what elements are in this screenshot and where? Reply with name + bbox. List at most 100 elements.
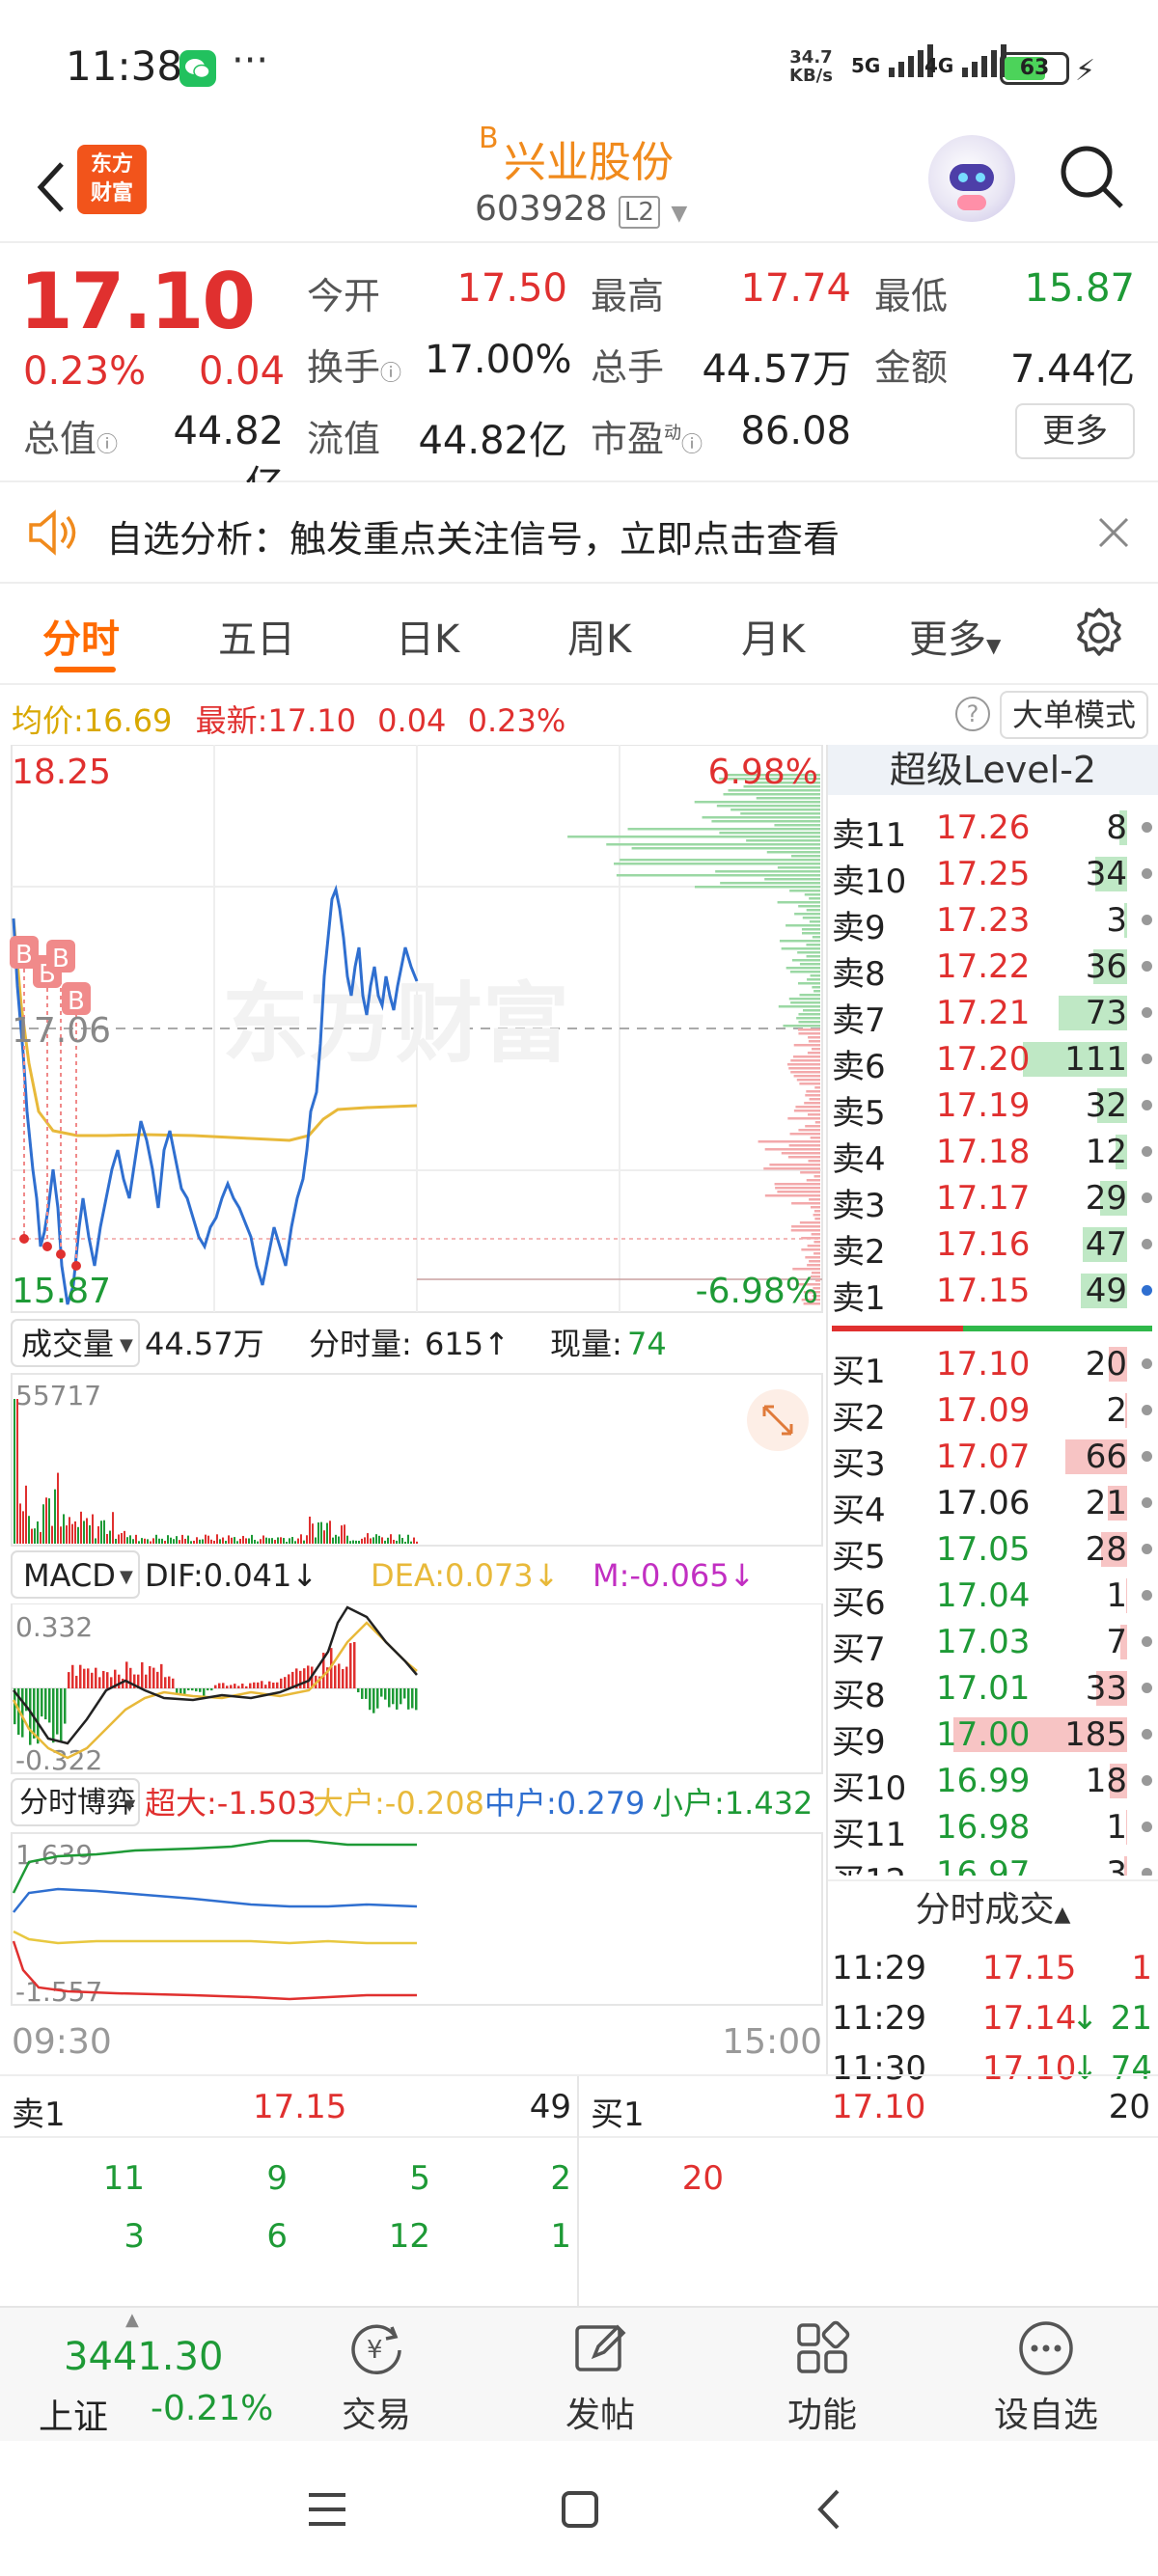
macd-bar [396,1688,399,1710]
nav-post[interactable]: 发帖 [504,2317,697,2437]
bid-volume: 1 [1106,1576,1127,1615]
macd-and-flow-charts[interactable]: 0.332 -0.322 分时博弈 ▼ 超大:-1.503 大户:-0.208 … [0,1603,826,2105]
volume-bar [95,1538,96,1544]
bid-row[interactable]: 买5 17.05 28 [830,1526,1158,1576]
volume-bar [315,1537,317,1544]
ask-row[interactable]: 卖8 17.22 36 [830,944,1158,994]
buy-queue-cell: 20 [681,2159,724,2198]
macd-bar [48,1688,51,1723]
help-icon[interactable]: ? [955,697,990,731]
macd-bar [160,1663,163,1688]
bid-row[interactable]: 买12 16.97 3 [830,1850,1158,1876]
more-button[interactable]: 更多 [1015,403,1135,459]
index-change[interactable]: -0.21% [151,2389,273,2428]
volume-bar [16,1399,18,1544]
volume-bar [294,1541,296,1544]
tab-weekly-k[interactable]: 周K [567,608,631,664]
bid-row[interactable]: 买10 16.99 18 [830,1758,1158,1808]
search-icon[interactable] [1054,139,1131,216]
ask-volume: 111 [1064,1040,1127,1079]
buy-markers[interactable]: B B B B [10,936,91,1271]
bid-volume: 1 [1106,1808,1127,1847]
ask-row[interactable]: 卖2 17.16 47 [830,1221,1158,1272]
volume-bar [399,1534,400,1544]
tab-more[interactable]: 更多▼ [909,608,1001,664]
depth-bar [787,1156,820,1159]
ask-row[interactable]: 卖1 17.15 49 [830,1268,1158,1318]
nav-trade[interactable]: ¥ 交易 [280,2317,473,2437]
nav-functions[interactable]: 功能 [726,2317,919,2437]
tab-intraday[interactable]: 分时 [42,608,120,664]
macd-bar [41,1688,43,1717]
tab-monthly-k[interactable]: 月K [741,608,805,664]
big-order-mode-button[interactable]: 大单模式 [1000,691,1148,739]
ask-row[interactable]: 卖10 17.25 34 [830,851,1158,901]
y-mid-label: 17.06 [12,1011,111,1051]
macd-bar [203,1688,206,1696]
depth-bar [793,1075,820,1078]
depth-bar [793,1044,820,1047]
volume-bar [361,1538,363,1544]
high-label: 最高 [591,275,665,317]
bid-row[interactable]: 买6 17.04 1 [830,1573,1158,1623]
bid-label: 买9 [832,1723,886,1762]
minute-volume-label: 分时量: [309,1326,412,1362]
bid-row[interactable]: 买2 17.09 2 [830,1387,1158,1438]
volume-bar [401,1538,403,1544]
bid-label: 买8 [832,1677,886,1715]
volume-bar [74,1521,76,1544]
signal-banner[interactable]: 自选分析：触发重点关注信号，立即点击查看 [0,482,1158,584]
volume-bar [320,1521,322,1544]
assistant-avatar[interactable] [928,135,1015,222]
macd-bar [145,1674,148,1688]
tab-daily-k[interactable]: 日K [396,608,459,664]
eastmoney-logo[interactable]: 东方 财富 [77,145,147,214]
bid-row[interactable]: 买3 17.07 66 [830,1434,1158,1484]
index-name[interactable]: 上证 [39,2389,108,2439]
volume-bar [150,1541,152,1544]
ticks-title[interactable]: 分时成交▲ [828,1879,1158,1941]
close-icon[interactable] [1094,513,1133,552]
depth-bar [806,909,820,912]
menu-icon[interactable] [303,2485,351,2534]
bid-row[interactable]: 买8 17.01 33 [830,1665,1158,1715]
ask-row[interactable]: 卖3 17.17 29 [830,1175,1158,1225]
tab-five-day[interactable]: 五日 [218,608,295,664]
bid-row[interactable]: 买7 17.03 7 [830,1619,1158,1669]
depth-bar [801,928,820,931]
macd-bar [272,1683,275,1688]
volume-bar [242,1535,244,1544]
back-nav-icon[interactable] [807,2485,855,2534]
macd-dea: DEA:0.073↓ [371,1557,559,1594]
ask-row[interactable]: 卖11 17.26 8 [830,805,1158,855]
back-button[interactable] [23,147,81,224]
index-value[interactable]: 3441.30 [64,2335,223,2379]
bid-row[interactable]: 买9 17.00 185 [830,1712,1158,1762]
nav-add-watchlist[interactable]: 设自选 [950,2317,1143,2437]
macd-bar [207,1688,209,1691]
low-value: 15.87 [1024,266,1135,311]
bid-price: 17.10 [936,1345,1031,1384]
bid-row[interactable]: 买1 17.10 20 [830,1341,1158,1391]
volume-selector: 成交量 [21,1326,114,1362]
orderbook-title[interactable]: 超级Level-2 [828,745,1158,795]
settings-gear-icon[interactable] [1071,605,1127,661]
home-icon[interactable] [556,2485,604,2534]
ask-row[interactable]: 卖6 17.20 111 [830,1036,1158,1086]
ask-row[interactable]: 卖5 17.19 32 [830,1082,1158,1133]
stock-code[interactable]: 603928 L2 ▼ [475,189,687,229]
queue-sell-label: 卖1 [12,2096,66,2134]
ask-volume: 49 [1085,1272,1127,1310]
ask-price: 17.16 [936,1225,1031,1264]
bid-volume: 21 [1085,1484,1127,1522]
bid-row[interactable]: 买4 17.06 21 [830,1480,1158,1530]
volume-bar [193,1540,195,1544]
ask-row[interactable]: 卖7 17.21 73 [830,990,1158,1040]
ask-volume: 12 [1085,1133,1127,1171]
volume-bar [83,1521,85,1544]
bid-row[interactable]: 买11 16.98 1 [830,1804,1158,1854]
ask-row[interactable]: 卖4 17.18 12 [830,1129,1158,1179]
depth-bar [779,940,820,943]
ask-dot [1142,1192,1152,1203]
ask-row[interactable]: 卖9 17.23 3 [830,897,1158,947]
